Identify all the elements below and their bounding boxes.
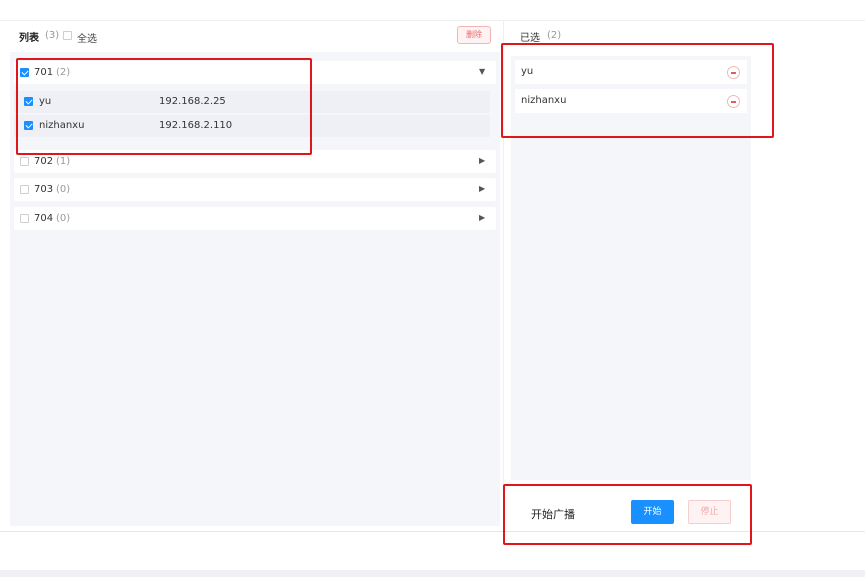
select-all-label[interactable]: 全选 [77, 30, 97, 45]
caret-right-icon[interactable]: ▶ [479, 213, 485, 222]
select-all-checkbox[interactable] [63, 31, 72, 40]
selected-title: 已选 [520, 33, 540, 44]
caret-right-icon[interactable]: ▶ [479, 156, 485, 165]
group-name: 704 [34, 213, 54, 224]
group-row-704[interactable]: 704 (0) ▶ [14, 207, 496, 230]
annotation-box-broadcast [503, 484, 752, 545]
top-divider [0, 20, 865, 21]
caret-down-icon[interactable]: ▼ [479, 67, 485, 76]
group-row-703[interactable]: 703 (0) ▶ [14, 178, 496, 201]
annotation-box-group [16, 58, 312, 155]
selected-count: (2) [547, 30, 562, 41]
group-count: (0) [56, 213, 71, 224]
caret-right-icon[interactable]: ▶ [479, 184, 485, 193]
list-title: 列表 [19, 33, 39, 44]
group-name: 702 [34, 156, 54, 167]
group-count: (1) [56, 156, 71, 167]
group-count: (0) [56, 184, 71, 195]
bottom-bar [0, 570, 865, 577]
group-name: 703 [34, 184, 54, 195]
annotation-box-selected [501, 43, 774, 138]
delete-button[interactable]: 删除 [457, 26, 491, 44]
list-count: (3) [45, 30, 60, 41]
group-checkbox-703[interactable] [20, 185, 29, 194]
group-checkbox-702[interactable] [20, 157, 29, 166]
group-checkbox-704[interactable] [20, 214, 29, 223]
